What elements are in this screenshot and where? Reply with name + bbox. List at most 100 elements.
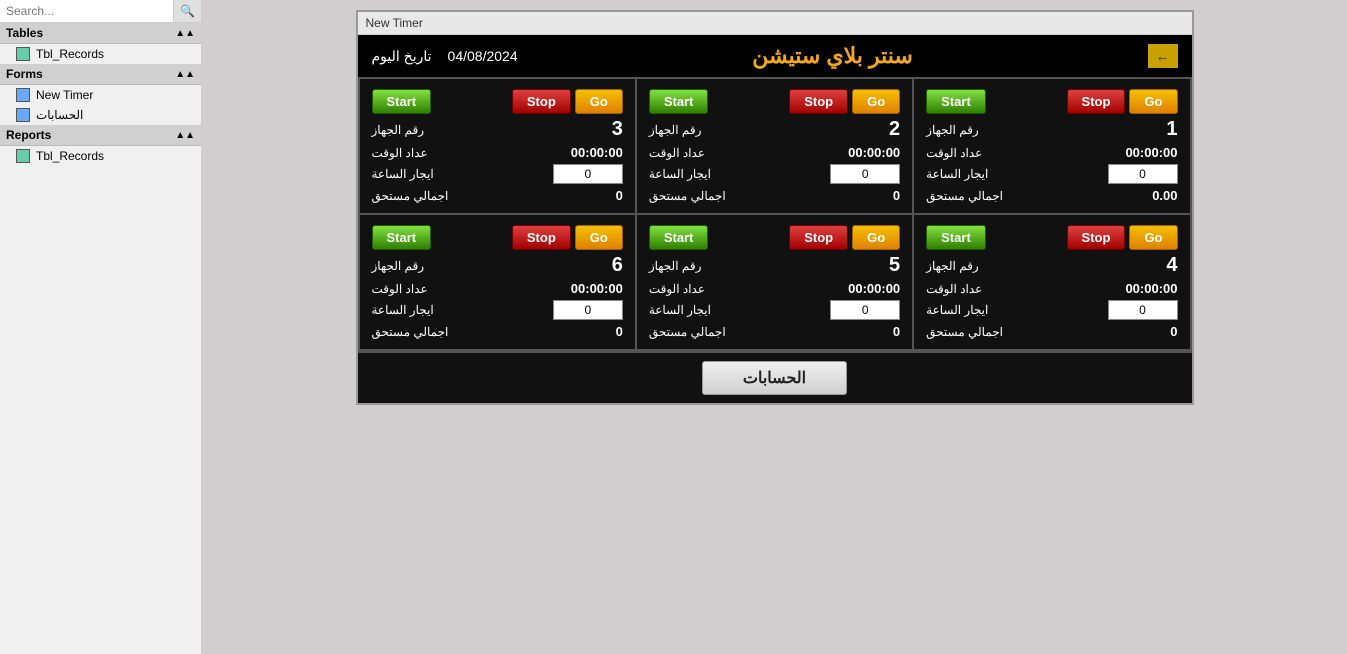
- table-icon: [16, 149, 30, 163]
- sidebar-item-label: Tbl_Records: [36, 149, 104, 163]
- device-label-1: رقم الجهاز: [926, 123, 979, 137]
- start-button-6[interactable]: Start: [372, 225, 432, 250]
- start-button-3[interactable]: Start: [372, 89, 432, 114]
- window-title: New Timer: [358, 12, 1192, 35]
- time-label-2: عداد الوقت: [649, 146, 705, 160]
- total-value-2: 0: [893, 188, 900, 203]
- go-button-1[interactable]: Go: [1129, 89, 1177, 114]
- sidebar-item-label: Tbl_Records: [36, 47, 104, 61]
- timer-number-6: 6: [612, 254, 623, 277]
- timer-buttons-4: Start Stop Go: [926, 225, 1177, 250]
- rent-input-6[interactable]: [553, 300, 623, 320]
- device-row-1: 1 رقم الجهاز: [926, 118, 1177, 141]
- search-button[interactable]: 🔍: [173, 0, 201, 22]
- time-row-1: 00:00:00 عداد الوقت: [926, 145, 1177, 160]
- time-row-4: 00:00:00 عداد الوقت: [926, 281, 1177, 296]
- back-button[interactable]: ←: [1148, 44, 1178, 68]
- total-label-2: اجمالي مستحق: [649, 189, 726, 203]
- header-bar: ← سنتر بلاي ستيشن 04/08/2024 تاريخ اليوم: [358, 35, 1192, 77]
- time-value-6: 00:00:00: [571, 281, 623, 296]
- rent-label-4: ايجار الساعة: [926, 303, 988, 317]
- go-button-3[interactable]: Go: [575, 89, 623, 114]
- start-button-1[interactable]: Start: [926, 89, 986, 114]
- timer-card-1: Start Stop Go 1 رقم الجهاز 00:00:00 عداد…: [914, 79, 1189, 213]
- sidebar-item-new-timer[interactable]: New Timer: [0, 85, 201, 105]
- tables-collapse-icon: ▲▲: [175, 28, 195, 39]
- reports-collapse-icon: ▲▲: [175, 130, 195, 141]
- time-row-6: 00:00:00 عداد الوقت: [372, 281, 623, 296]
- table-icon: [16, 47, 30, 61]
- total-row-2: 0 اجمالي مستحق: [649, 188, 900, 203]
- stop-button-4[interactable]: Stop: [1067, 225, 1126, 250]
- total-value-6: 0: [616, 324, 623, 339]
- rent-row-5: ايجار الساعة: [649, 300, 900, 320]
- device-row-2: 2 رقم الجهاز: [649, 118, 900, 141]
- reports-section-header[interactable]: Reports ▲▲: [0, 125, 201, 146]
- total-label-4: اجمالي مستحق: [926, 325, 1003, 339]
- start-button-2[interactable]: Start: [649, 89, 709, 114]
- date-label: تاريخ اليوم: [372, 48, 432, 65]
- total-row-1: 0.00 اجمالي مستحق: [926, 188, 1177, 203]
- go-button-6[interactable]: Go: [575, 225, 623, 250]
- total-value-1: 0.00: [1152, 188, 1177, 203]
- rent-label-5: ايجار الساعة: [649, 303, 711, 317]
- rent-label-2: ايجار الساعة: [649, 167, 711, 181]
- timer-buttons-2: Start Stop Go: [649, 89, 900, 114]
- total-row-4: 0 اجمالي مستحق: [926, 324, 1177, 339]
- timers-grid: Start Stop Go 3 رقم الجهاز 00:00:00 عداد…: [358, 77, 1192, 351]
- start-button-4[interactable]: Start: [926, 225, 986, 250]
- start-button-5[interactable]: Start: [649, 225, 709, 250]
- total-row-5: 0 اجمالي مستحق: [649, 324, 900, 339]
- time-value-3: 00:00:00: [571, 145, 623, 160]
- stop-button-3[interactable]: Stop: [512, 89, 571, 114]
- forms-section-header[interactable]: Forms ▲▲: [0, 64, 201, 85]
- timer-number-2: 2: [889, 118, 900, 141]
- timer-card-4: Start Stop Go 4 رقم الجهاز 00:00:00 عداد…: [914, 215, 1189, 349]
- time-value-1: 00:00:00: [1125, 145, 1177, 160]
- device-row-5: 5 رقم الجهاز: [649, 254, 900, 277]
- device-label-3: رقم الجهاز: [372, 123, 425, 137]
- total-label-1: اجمالي مستحق: [926, 189, 1003, 203]
- rent-row-3: ايجار الساعة: [372, 164, 623, 184]
- rent-row-2: ايجار الساعة: [649, 164, 900, 184]
- rent-row-4: ايجار الساعة: [926, 300, 1177, 320]
- go-button-2[interactable]: Go: [852, 89, 900, 114]
- device-row-4: 4 رقم الجهاز: [926, 254, 1177, 277]
- rent-input-2[interactable]: [830, 164, 900, 184]
- sidebar-item-tbl-records-tables[interactable]: Tbl_Records: [0, 44, 201, 64]
- total-label-6: اجمالي مستحق: [372, 325, 449, 339]
- sidebar-item-tbl-records-reports[interactable]: Tbl_Records: [0, 146, 201, 166]
- time-label-6: عداد الوقت: [372, 282, 428, 296]
- search-input[interactable]: [0, 0, 173, 22]
- timer-buttons-1: Start Stop Go: [926, 89, 1177, 114]
- timer-number-3: 3: [612, 118, 623, 141]
- tables-label: Tables: [6, 26, 43, 40]
- stop-button-6[interactable]: Stop: [512, 225, 571, 250]
- device-label-2: رقم الجهاز: [649, 123, 702, 137]
- stop-button-2[interactable]: Stop: [789, 89, 848, 114]
- total-row-3: 0 اجمالي مستحق: [372, 188, 623, 203]
- time-row-5: 00:00:00 عداد الوقت: [649, 281, 900, 296]
- total-value-5: 0: [893, 324, 900, 339]
- rent-input-3[interactable]: [553, 164, 623, 184]
- rent-label-6: ايجار الساعة: [372, 303, 434, 317]
- go-button-5[interactable]: Go: [852, 225, 900, 250]
- stop-button-5[interactable]: Stop: [789, 225, 848, 250]
- app-window: New Timer ← سنتر بلاي ستيشن 04/08/2024 ت…: [356, 10, 1194, 405]
- go-button-4[interactable]: Go: [1129, 225, 1177, 250]
- rent-input-1[interactable]: [1108, 164, 1178, 184]
- accounts-button[interactable]: الحسابات: [702, 361, 847, 395]
- rent-input-4[interactable]: [1108, 300, 1178, 320]
- rent-input-5[interactable]: [830, 300, 900, 320]
- stop-button-1[interactable]: Stop: [1067, 89, 1126, 114]
- timer-card-2: Start Stop Go 2 رقم الجهاز 00:00:00 عداد…: [637, 79, 912, 213]
- footer-bar: الحسابات: [358, 351, 1192, 403]
- device-row-3: 3 رقم الجهاز: [372, 118, 623, 141]
- rent-row-1: ايجار الساعة: [926, 164, 1177, 184]
- timer-number-4: 4: [1166, 254, 1177, 277]
- time-value-2: 00:00:00: [848, 145, 900, 160]
- sidebar-item-accounts[interactable]: الحسابات: [0, 105, 201, 125]
- total-value-3: 0: [616, 188, 623, 203]
- rent-label-3: ايجار الساعة: [372, 167, 434, 181]
- tables-section-header[interactable]: Tables ▲▲: [0, 23, 201, 44]
